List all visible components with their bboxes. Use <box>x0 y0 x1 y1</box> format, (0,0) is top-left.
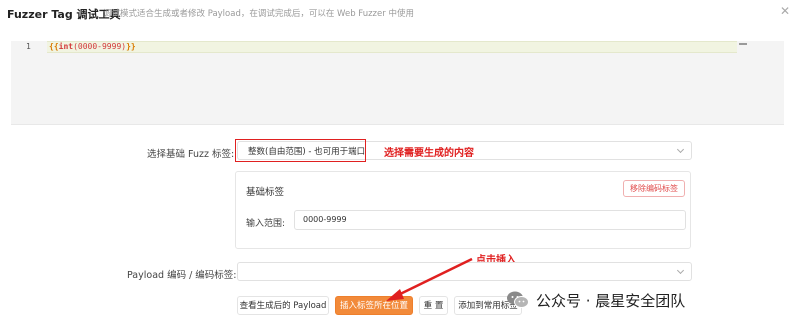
wechat-icon <box>506 290 530 310</box>
line-number: 1 <box>26 42 31 51</box>
current-line-highlight <box>47 41 737 53</box>
editor-scroll-marker <box>739 43 747 45</box>
tag-open: {{ <box>49 42 59 51</box>
tag-args: (0000-9999) <box>73 42 127 51</box>
basic-tag-panel: 基础标签 移除编码标签 输入范围: 0000-9999 <box>235 171 691 249</box>
tag-close: }} <box>126 42 136 51</box>
annotation-select-content: 选择需要生成的内容 <box>384 148 474 159</box>
code-line[interactable]: {{int(0000-9999)}} <box>49 42 136 51</box>
dialog-header: Fuzzer Tag 调试工具 调试模式适合生成或者修改 Payload，在调试… <box>0 0 797 28</box>
watermark-text: 公众号 · 晨星安全团队 <box>536 291 686 310</box>
highlight-box <box>235 139 366 162</box>
payload-encoding-label: Payload 编码 / 编码标签: <box>127 270 237 281</box>
range-input[interactable]: 0000-9999 <box>294 210 686 230</box>
tag-function: int <box>58 42 74 51</box>
range-label: 输入范围: <box>246 219 286 229</box>
watermark: 公众号 · 晨星安全团队 <box>506 287 685 313</box>
remove-encoding-button[interactable]: 移除编码标签 <box>623 180 685 197</box>
chevron-down-icon <box>676 266 685 275</box>
dialog-subtitle: 调试模式适合生成或者修改 Payload，在调试完成后，可以在 Web Fuzz… <box>103 9 414 19</box>
close-icon[interactable]: ✕ <box>778 4 792 18</box>
view-payload-button[interactable]: 查看生成后的 Payload <box>237 296 329 315</box>
chevron-down-icon <box>676 145 685 154</box>
annotation-arrow <box>386 257 473 301</box>
code-editor[interactable]: 1 {{int(0000-9999)}} <box>11 41 784 125</box>
panel-title: 基础标签 <box>246 187 285 198</box>
fuzz-tag-label: 选择基础 Fuzz 标签: <box>147 149 235 160</box>
